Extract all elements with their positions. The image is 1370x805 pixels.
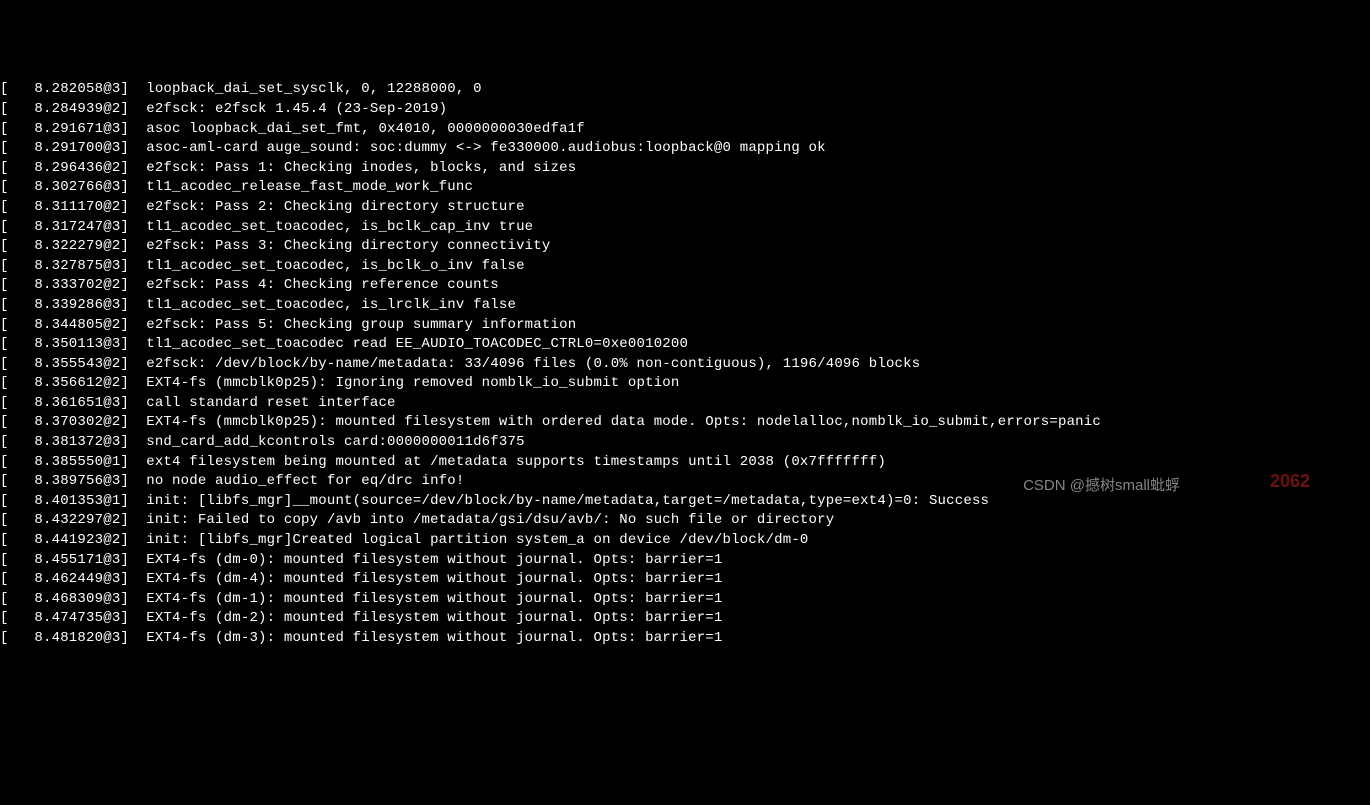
log-line: [ 8.339286@3] tl1_acodec_set_toacodec, i… (0, 296, 1370, 316)
watermark-red: 2062 (1270, 469, 1310, 494)
log-line: [ 8.481820@3] EXT4-fs (dm-3): mounted fi… (0, 629, 1370, 649)
log-line: [ 8.291700@3] asoc-aml-card auge_sound: … (0, 139, 1370, 159)
log-line: [ 8.441923@2] init: [libfs_mgr]Created l… (0, 531, 1370, 551)
log-line: [ 8.432297@2] init: Failed to copy /avb … (0, 511, 1370, 531)
log-line: [ 8.370302@2] EXT4-fs (mmcblk0p25): moun… (0, 413, 1370, 433)
log-line: [ 8.455171@3] EXT4-fs (dm-0): mounted fi… (0, 551, 1370, 571)
log-line: [ 8.322279@2] e2fsck: Pass 3: Checking d… (0, 237, 1370, 257)
log-line: [ 8.468309@3] EXT4-fs (dm-1): mounted fi… (0, 590, 1370, 610)
log-line: [ 8.361651@3] call standard reset interf… (0, 394, 1370, 414)
log-line: [ 8.385550@1] ext4 filesystem being moun… (0, 453, 1370, 473)
log-line: [ 8.302766@3] tl1_acodec_release_fast_mo… (0, 178, 1370, 198)
terminal-output: [ 8.282058@3] loopback_dai_set_sysclk, 0… (0, 80, 1370, 648)
log-line: [ 8.355543@2] e2fsck: /dev/block/by-name… (0, 355, 1370, 375)
log-line: [ 8.327875@3] tl1_acodec_set_toacodec, i… (0, 257, 1370, 277)
log-line: [ 8.291671@3] asoc loopback_dai_set_fmt,… (0, 120, 1370, 140)
log-line: [ 8.462449@3] EXT4-fs (dm-4): mounted fi… (0, 570, 1370, 590)
log-line: [ 8.311170@2] e2fsck: Pass 2: Checking d… (0, 198, 1370, 218)
log-line: [ 8.474735@3] EXT4-fs (dm-2): mounted fi… (0, 609, 1370, 629)
watermark-csdn: CSDN @撼树small蚍蜉 (1023, 475, 1180, 496)
log-line: [ 8.282058@3] loopback_dai_set_sysclk, 0… (0, 80, 1370, 100)
log-line: [ 8.333702@2] e2fsck: Pass 4: Checking r… (0, 276, 1370, 296)
log-line: [ 8.356612@2] EXT4-fs (mmcblk0p25): Igno… (0, 374, 1370, 394)
log-line: [ 8.344805@2] e2fsck: Pass 5: Checking g… (0, 316, 1370, 336)
log-line: [ 8.296436@2] e2fsck: Pass 1: Checking i… (0, 159, 1370, 179)
log-line: [ 8.317247@3] tl1_acodec_set_toacodec, i… (0, 218, 1370, 238)
log-line: [ 8.284939@2] e2fsck: e2fsck 1.45.4 (23-… (0, 100, 1370, 120)
log-line: [ 8.381372@3] snd_card_add_kcontrols car… (0, 433, 1370, 453)
log-line: [ 8.350113@3] tl1_acodec_set_toacodec re… (0, 335, 1370, 355)
